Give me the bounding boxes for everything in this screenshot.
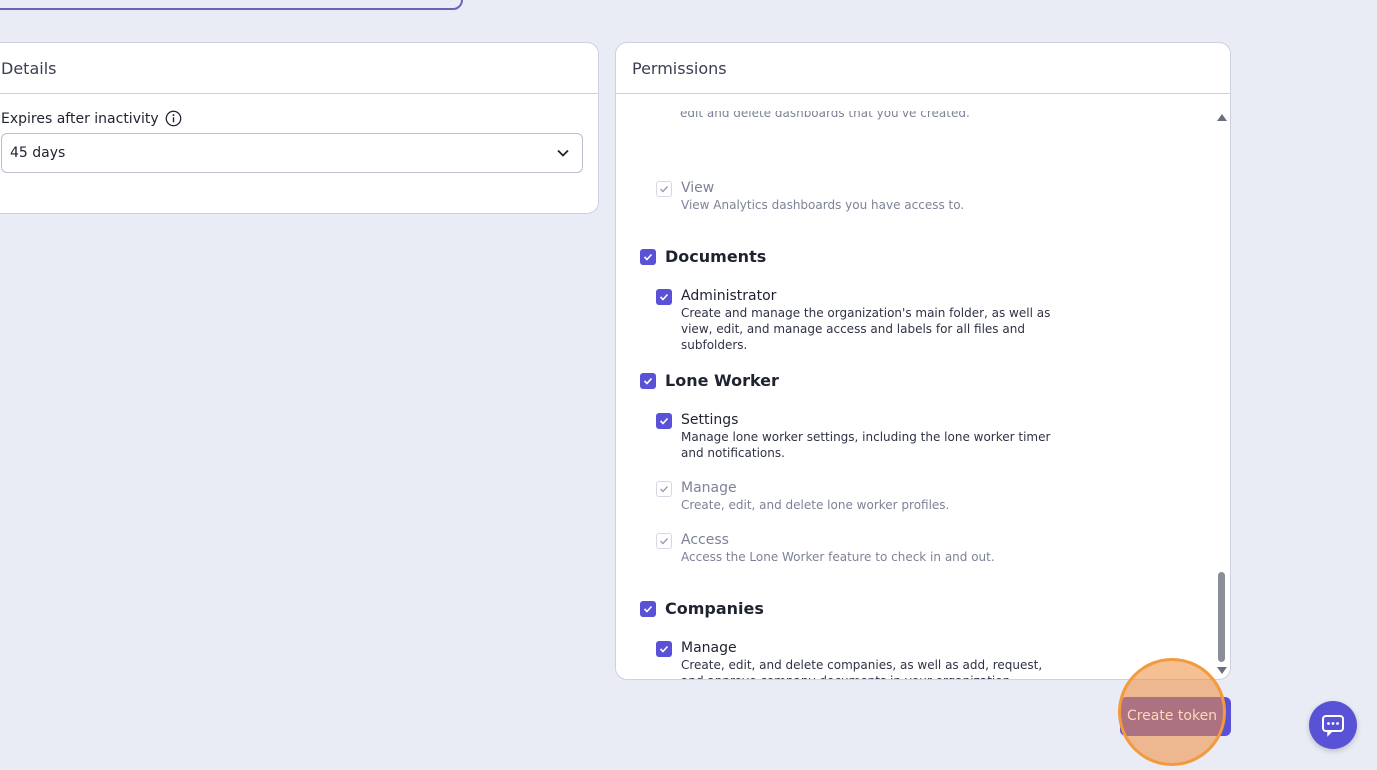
create-token-button[interactable]: [1120, 697, 1231, 736]
perm-desc: View Analytics dashboards you have acces…: [681, 198, 965, 212]
check-icon: [660, 538, 669, 545]
expires-label-row: Expires after inactivity: [1, 110, 182, 127]
analytics-manage-desc: edit and delete dashboards that you've c…: [680, 106, 970, 120]
group-documents[interactable]: Documents: [640, 247, 766, 266]
info-icon[interactable]: [165, 110, 182, 127]
details-title: Details: [0, 43, 598, 94]
permissions-card: Permissions edit and delete dashboards t…: [615, 42, 1231, 680]
group-title: Lone Worker: [665, 371, 779, 390]
check-icon: [643, 253, 653, 261]
expires-select[interactable]: 45 days: [1, 133, 583, 173]
perm-lone-worker-access: Access Access the Lone Worker feature to…: [656, 531, 1061, 565]
expires-label: Expires after inactivity: [1, 110, 159, 127]
checkbox-companies-manage[interactable]: [656, 641, 672, 657]
details-card: Details Expires after inactivity 45 days: [0, 42, 599, 214]
permissions-list[interactable]: edit and delete dashboards that you've c…: [616, 95, 1216, 679]
group-companies[interactable]: Companies: [640, 599, 764, 618]
perm-lone-worker-settings[interactable]: Settings Manage lone worker settings, in…: [656, 411, 1061, 461]
chat-icon: [1322, 715, 1344, 737]
perm-name: Settings: [681, 412, 739, 428]
perm-desc: Create and manage the organization's mai…: [681, 306, 1051, 352]
perm-lone-worker-manage: Manage Create, edit, and delete lone wor…: [656, 479, 1061, 513]
check-icon: [643, 377, 653, 385]
checkbox-lone-worker-manage: [656, 481, 672, 497]
permissions-title: Permissions: [616, 43, 1230, 94]
check-icon: [659, 293, 669, 301]
checkbox-lone-worker[interactable]: [640, 372, 656, 389]
check-icon: [659, 417, 669, 425]
scroll-down-arrow-icon[interactable]: [1217, 667, 1227, 674]
perm-analytics-view: View View Analytics dashboards you have …: [656, 179, 1061, 213]
perm-companies-manage[interactable]: Manage Create, edit, and delete companie…: [656, 639, 1061, 679]
perm-name: Manage: [681, 640, 737, 656]
group-title: Documents: [665, 247, 767, 266]
perm-desc: Access the Lone Worker feature to check …: [681, 550, 995, 564]
scroll-thumb[interactable]: [1218, 572, 1225, 662]
perm-desc: Create, edit, and delete lone worker pro…: [681, 498, 950, 512]
expires-select-value: 45 days: [10, 145, 66, 161]
chevron-down-icon: [557, 149, 569, 157]
chat-button[interactable]: [1309, 701, 1357, 749]
checkbox-lone-worker-settings[interactable]: [656, 413, 672, 429]
checkbox-documents-administrator[interactable]: [656, 289, 672, 305]
check-icon: [643, 605, 653, 613]
perm-name: Manage: [681, 480, 737, 496]
checkbox-documents[interactable]: [640, 248, 656, 265]
group-lone-worker[interactable]: Lone Worker: [640, 371, 779, 390]
token-name-field[interactable]: [0, 0, 463, 10]
checkbox-lone-worker-access: [656, 533, 672, 549]
checkbox-analytics-view: [656, 181, 672, 197]
scroll-up-arrow-icon[interactable]: [1217, 114, 1227, 121]
checkbox-companies[interactable]: [640, 600, 656, 617]
perm-desc: Create, edit, and delete companies, as w…: [681, 658, 1043, 679]
perm-desc: Manage lone worker settings, including t…: [681, 430, 1051, 460]
check-icon: [660, 486, 669, 493]
perm-name: View: [681, 180, 715, 196]
check-icon: [660, 186, 669, 193]
perm-name: Access: [681, 532, 729, 548]
group-title: Companies: [665, 599, 764, 618]
perm-documents-administrator[interactable]: Administrator Create and manage the orga…: [656, 287, 1061, 353]
permissions-scrollbar[interactable]: [1216, 110, 1228, 678]
perm-name: Administrator: [681, 288, 777, 304]
check-icon: [659, 645, 669, 653]
